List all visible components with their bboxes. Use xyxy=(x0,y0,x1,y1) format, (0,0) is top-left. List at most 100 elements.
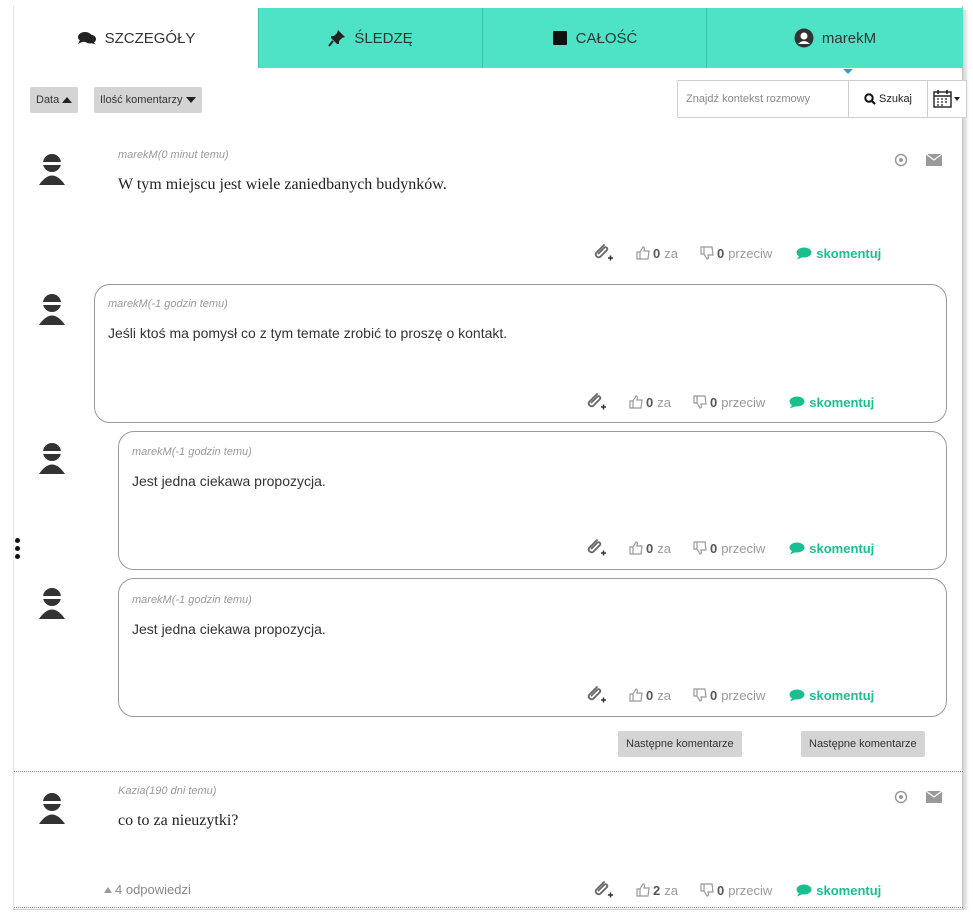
thumbs-up-icon xyxy=(629,395,643,409)
comment-meta: marekM(-1 godzin temu) xyxy=(132,594,252,606)
tab-all[interactable]: CAŁOŚĆ xyxy=(482,8,706,68)
avatar xyxy=(38,441,66,475)
speech-bubble-icon xyxy=(789,396,805,408)
target-icon[interactable] xyxy=(894,153,908,167)
sort-by-comment-count-button[interactable]: Ilość komentarzy xyxy=(94,87,202,113)
reply-label: skomentuj xyxy=(816,882,882,898)
dislike-count: 0 xyxy=(716,245,725,261)
comments-icon xyxy=(77,31,97,45)
like-count: 2 xyxy=(653,882,661,898)
like-button[interactable]: 2 za xyxy=(636,883,678,898)
comment-meta: marekM(0 minut temu) xyxy=(118,149,229,161)
like-label: za xyxy=(664,245,678,261)
dislike-count: 0 xyxy=(709,540,718,556)
calendar-icon xyxy=(933,90,960,108)
comment-actions: 0 za 0 przeciw skomentuj xyxy=(585,538,874,558)
speech-bubble-icon xyxy=(789,689,805,701)
like-label: za xyxy=(657,687,671,703)
dislike-button[interactable]: 0 przeciw xyxy=(693,395,765,410)
sort-count-label: Ilość komentarzy xyxy=(100,94,183,106)
thumbs-up-icon xyxy=(629,541,643,555)
dislike-label: przeciw xyxy=(721,540,766,556)
envelope-icon[interactable] xyxy=(926,791,942,803)
tab-user[interactable]: marekM xyxy=(706,8,963,68)
sort-asc-icon xyxy=(62,97,73,103)
toggle-replies-button[interactable]: 4 odpowiedzi xyxy=(104,882,191,897)
speech-bubble-icon xyxy=(796,884,812,896)
reply-label: skomentuj xyxy=(809,394,875,410)
like-label: za xyxy=(657,540,671,556)
search-button-label: Szukaj xyxy=(878,93,913,105)
thumbs-up-icon xyxy=(636,246,650,260)
search-icon xyxy=(864,93,876,105)
envelope-icon[interactable] xyxy=(926,154,942,166)
tab-user-label: marekM xyxy=(821,29,877,47)
like-label: za xyxy=(664,882,678,898)
sort-by-date-button[interactable]: Data xyxy=(30,87,79,113)
more-options-icon[interactable] xyxy=(15,538,20,559)
attach-icon[interactable] xyxy=(585,537,607,559)
tab-details[interactable]: SZCZEGÓŁY xyxy=(14,8,258,68)
calendar-dropdown-button[interactable] xyxy=(927,80,967,118)
dislike-count: 0 xyxy=(716,882,725,898)
thumbs-down-icon xyxy=(700,883,714,897)
comment-top-icons xyxy=(894,790,942,804)
target-icon[interactable] xyxy=(894,790,908,804)
comment-text: Jest jedna ciekawa propozycja. xyxy=(132,621,326,637)
avatar xyxy=(38,292,66,326)
square-icon xyxy=(552,30,568,46)
comment-top-icons xyxy=(894,153,942,167)
like-count: 0 xyxy=(653,245,661,261)
speech-bubble-icon xyxy=(796,247,812,259)
dislike-button[interactable]: 0 przeciw xyxy=(700,246,772,261)
comment-text: co to za nieuzytki? xyxy=(118,812,239,829)
active-user-caret xyxy=(843,69,853,74)
like-button[interactable]: 0 za xyxy=(629,688,671,703)
search-button[interactable]: Szukaj xyxy=(848,80,928,118)
next-comments-button[interactable]: Następne komentarze xyxy=(801,731,925,757)
reply-link[interactable]: skomentuj xyxy=(789,395,874,410)
collapse-icon xyxy=(104,886,112,893)
comment-text: W tym miejscu jest wiele zaniedbanych bu… xyxy=(118,176,447,193)
reply-link[interactable]: skomentuj xyxy=(789,541,874,556)
reply-link[interactable]: skomentuj xyxy=(789,688,874,703)
like-button[interactable]: 0 za xyxy=(629,541,671,556)
like-count: 0 xyxy=(646,687,654,703)
like-count: 0 xyxy=(646,540,654,556)
avatar xyxy=(38,152,66,186)
reply-link[interactable]: skomentuj xyxy=(796,246,881,261)
search-input[interactable] xyxy=(677,80,849,118)
comment-meta: Kazia(190 dni temu) xyxy=(118,785,217,797)
dislike-label: przeciw xyxy=(728,882,773,898)
dislike-button[interactable]: 0 przeciw xyxy=(700,883,772,898)
attach-icon[interactable] xyxy=(592,242,614,264)
dislike-button[interactable]: 0 przeciw xyxy=(693,541,765,556)
tab-details-label: SZCZEGÓŁY xyxy=(104,29,196,47)
sort-date-label: Data xyxy=(36,94,60,106)
speech-bubble-icon xyxy=(789,542,805,554)
like-button[interactable]: 0 za xyxy=(636,246,678,261)
thread-separator xyxy=(14,771,963,772)
replies-count-label: 4 odpowiedzi xyxy=(115,882,191,897)
reply-link[interactable]: skomentuj xyxy=(796,883,881,898)
reply-label: skomentuj xyxy=(809,540,875,556)
attach-icon[interactable] xyxy=(585,684,607,706)
thumbs-down-icon xyxy=(693,688,707,702)
comment-text: Jeśli ktoś ma pomysł co z tym temate zro… xyxy=(108,325,508,341)
dislike-count: 0 xyxy=(709,394,718,410)
avatar xyxy=(38,586,66,620)
comment-actions: 0 za 0 przeciw skomentuj xyxy=(585,685,874,705)
dislike-button[interactable]: 0 przeciw xyxy=(693,688,765,703)
dislike-label: przeciw xyxy=(721,394,766,410)
tab-following-label: ŚLEDZĘ xyxy=(354,29,413,47)
like-label: za xyxy=(657,394,671,410)
tab-following[interactable]: ŚLEDZĘ xyxy=(258,8,482,68)
thumbs-down-icon xyxy=(700,246,714,260)
thumbs-down-icon xyxy=(693,541,707,555)
tab-bar: SZCZEGÓŁY ŚLEDZĘ CAŁOŚĆ marekM xyxy=(14,8,963,68)
comment-text: Jest jedna ciekawa propozycja. xyxy=(132,473,326,489)
like-button[interactable]: 0 za xyxy=(629,395,671,410)
attach-icon[interactable] xyxy=(592,879,614,901)
next-comments-button[interactable]: Następne komentarze xyxy=(618,731,742,757)
attach-icon[interactable] xyxy=(585,391,607,413)
